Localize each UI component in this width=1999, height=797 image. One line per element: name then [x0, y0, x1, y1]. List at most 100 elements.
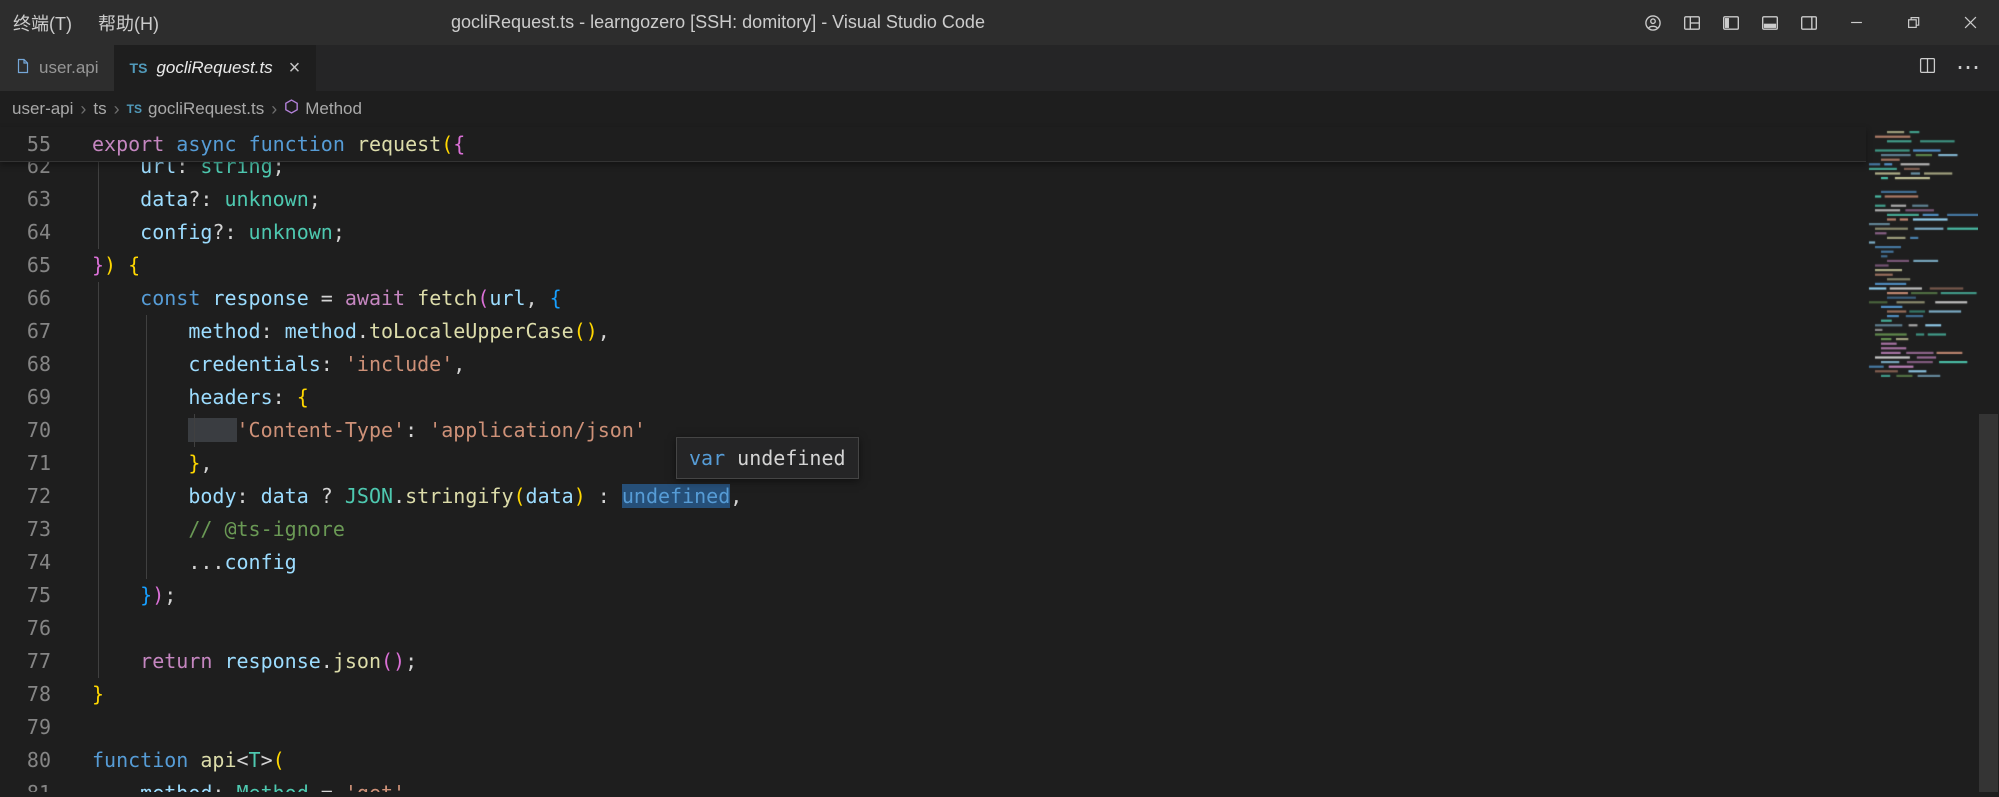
code-line[interactable]: 66 const response = await fetch(url, {	[0, 282, 1866, 315]
code-line[interactable]: 79	[0, 711, 1866, 744]
code-line[interactable]: 71 },	[0, 447, 1866, 480]
line-number[interactable]: 64	[0, 216, 51, 249]
breadcrumb: user-api › ts › TS gocliRequest.ts › Met…	[0, 91, 1866, 127]
breadcrumb-item-symbol[interactable]: Method	[284, 99, 362, 119]
line-number[interactable]: 79	[0, 711, 51, 744]
editor-actions: ⋯	[1919, 45, 1999, 91]
menu-terminal[interactable]: 终端(T)	[0, 0, 85, 45]
code-token: function	[92, 748, 188, 772]
code-token: config	[224, 550, 296, 574]
scrollbar-thumb[interactable]	[1979, 414, 1998, 792]
code-line[interactable]: 63 data?: unknown;	[0, 183, 1866, 216]
code-token	[164, 132, 176, 156]
code-line[interactable]: 73 // @ts-ignore	[0, 513, 1866, 546]
code-line[interactable]: 76	[0, 612, 1866, 645]
code-token: 'include'	[345, 352, 453, 376]
line-number[interactable]: 71	[0, 447, 51, 480]
code-token: ,	[526, 286, 550, 310]
vertical-scrollbar[interactable]	[1978, 127, 1999, 792]
line-number[interactable]: 68	[0, 348, 51, 381]
code-line[interactable]: 64 config?: unknown;	[0, 216, 1866, 249]
editor[interactable]: 62 url: string;63 data?: unknown;64 conf…	[0, 127, 1866, 792]
tab-goclirequest[interactable]: TS gocliRequest.ts ×	[115, 45, 317, 91]
close-window-icon[interactable]	[1942, 0, 1999, 45]
tab-user-api[interactable]: user.api	[0, 45, 115, 91]
code-text: }	[51, 678, 104, 711]
restore-button[interactable]	[1885, 0, 1942, 45]
toggle-sidebar-right-icon[interactable]	[1789, 0, 1828, 45]
titlebar-actions	[1633, 0, 1999, 45]
code-text: }) {	[51, 249, 140, 282]
minimap[interactable]	[1866, 127, 1978, 792]
code-token: response	[224, 649, 320, 673]
line-number[interactable]: 75	[0, 579, 51, 612]
code-token: {	[128, 253, 140, 277]
line-number[interactable]: 76	[0, 612, 51, 645]
line-number[interactable]: 80	[0, 744, 51, 777]
code-text: method: Method = 'get',	[51, 777, 417, 792]
code-line[interactable]: 67 method: method.toLocaleUpperCase(),	[0, 315, 1866, 348]
code-token	[405, 286, 417, 310]
code-token	[92, 286, 140, 310]
line-number[interactable]: 63	[0, 183, 51, 216]
code-token: api	[200, 748, 236, 772]
code-text	[51, 711, 92, 744]
code-line[interactable]: 75 });	[0, 579, 1866, 612]
code-token	[92, 451, 188, 475]
code-token: )	[104, 253, 116, 277]
account-icon[interactable]	[1633, 0, 1672, 45]
code-line[interactable]: 77 return response.json();	[0, 645, 1866, 678]
breadcrumb-item-file[interactable]: TS gocliRequest.ts	[127, 99, 265, 119]
code-token	[92, 517, 188, 541]
minimize-button[interactable]	[1828, 0, 1885, 45]
code-line[interactable]: 80function api<T>(	[0, 744, 1866, 777]
line-number[interactable]: 70	[0, 414, 51, 447]
code-line[interactable]: 72 body: data ? JSON.stringify(data) : u…	[0, 480, 1866, 513]
line-number[interactable]: 73	[0, 513, 51, 546]
code-token: )	[152, 583, 164, 607]
more-actions-icon[interactable]: ⋯	[1956, 63, 1981, 73]
code-token	[92, 583, 140, 607]
close-tab-icon[interactable]: ×	[289, 58, 301, 78]
toggle-sidebar-left-icon[interactable]	[1711, 0, 1750, 45]
menu-help[interactable]: 帮助(H)	[85, 0, 172, 45]
line-number[interactable]: 67	[0, 315, 51, 348]
toggle-panel-icon[interactable]	[1750, 0, 1789, 45]
code-token: ()	[574, 319, 598, 343]
code-token: ?	[309, 484, 345, 508]
code-token: ,	[453, 352, 465, 376]
line-number[interactable]: 72	[0, 480, 51, 513]
line-number[interactable]: 77	[0, 645, 51, 678]
sticky-scroll-line[interactable]: 55 export async function request({	[0, 127, 1866, 162]
code-line[interactable]: 74 ...config	[0, 546, 1866, 579]
line-number[interactable]: 74	[0, 546, 51, 579]
code-token: unknown	[224, 187, 308, 211]
breadcrumb-item-ts[interactable]: ts	[93, 99, 106, 119]
split-editor-icon[interactable]	[1919, 57, 1936, 79]
minimap-canvas[interactable]	[1866, 127, 1978, 792]
code-token: function	[249, 132, 345, 156]
line-number[interactable]: 78	[0, 678, 51, 711]
code-token: :	[273, 385, 297, 409]
code-text	[51, 612, 92, 645]
code-text: data?: unknown;	[51, 183, 321, 216]
line-number[interactable]: 66	[0, 282, 51, 315]
code-token: T	[249, 748, 261, 772]
code-text: return response.json();	[51, 645, 417, 678]
code-line[interactable]: 65}) {	[0, 249, 1866, 282]
code-token: }	[92, 253, 104, 277]
code-token	[92, 220, 140, 244]
line-number[interactable]: 69	[0, 381, 51, 414]
line-number[interactable]: 65	[0, 249, 51, 282]
customize-layout-icon[interactable]	[1672, 0, 1711, 45]
api-file-icon	[15, 58, 30, 79]
code-line[interactable]: 68 credentials: 'include',	[0, 348, 1866, 381]
code-token: data	[140, 187, 188, 211]
code-line[interactable]: 81 method: Method = 'get',	[0, 777, 1866, 792]
code-token: =	[309, 781, 345, 792]
code-line[interactable]: 78}	[0, 678, 1866, 711]
code-line[interactable]: 70 'Content-Type': 'application/json'	[0, 414, 1866, 447]
breadcrumb-item-folder[interactable]: user-api	[12, 99, 73, 119]
line-number[interactable]: 81	[0, 777, 51, 792]
code-line[interactable]: 69 headers: {	[0, 381, 1866, 414]
